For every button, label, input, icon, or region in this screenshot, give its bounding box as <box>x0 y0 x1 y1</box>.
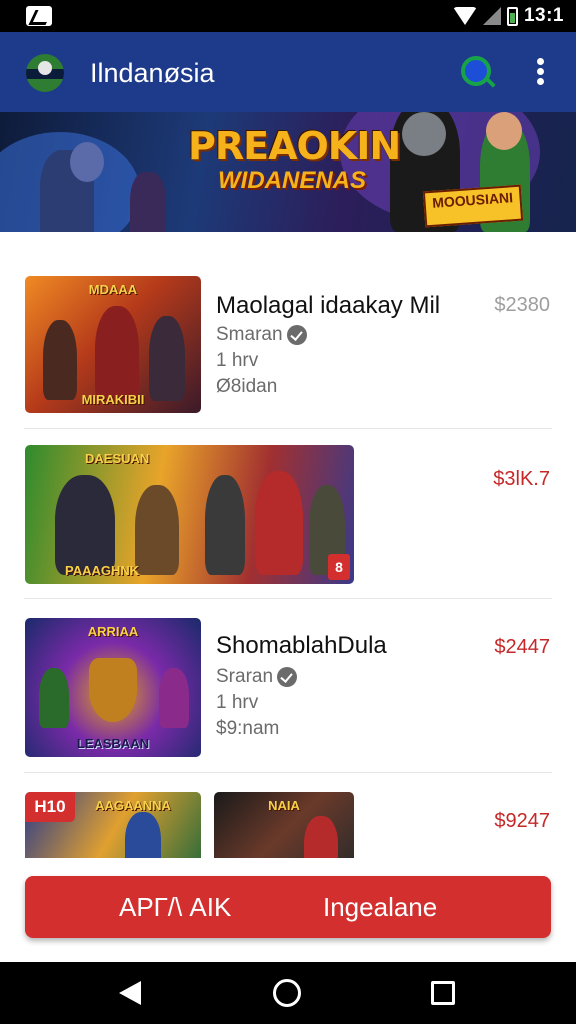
search-icon[interactable] <box>461 56 491 86</box>
cta-right-label: Ingealane <box>323 892 438 922</box>
item-location: $9:nam <box>216 718 280 739</box>
item-time: 1 hrv <box>216 692 259 713</box>
cta-left-label: APГ/\ AIK <box>119 892 232 922</box>
signal-icon <box>482 7 501 25</box>
hero-banner[interactable]: PREAOKIN WIDANENAS MOOUSIANI <box>0 112 576 232</box>
recents-icon[interactable] <box>431 981 455 1005</box>
thumbnail-caption-bottom: MIRAKIBII <box>81 392 145 407</box>
item-price: $2380 <box>494 294 550 316</box>
status-time: 13:1 <box>523 5 564 26</box>
divider <box>24 598 552 599</box>
item-price: $9247 <box>494 810 550 832</box>
item-price: $2447 <box>494 636 550 658</box>
hero-subtitle: WIDANENAS <box>218 167 366 194</box>
thumbnail-caption-top: NAIA <box>268 798 300 813</box>
app-bar: Ilndanøsia <box>0 32 576 112</box>
status-icons: 13:1 <box>452 5 564 27</box>
item-time: 1 hrv <box>216 350 259 371</box>
home-icon[interactable] <box>273 979 301 1007</box>
item-price: $3lK.7 <box>493 468 550 490</box>
verified-icon <box>277 666 298 687</box>
hero-title: PREAOKIN <box>188 124 401 168</box>
hot-badge: H10 <box>25 792 75 822</box>
item-thumbnail[interactable]: AAGAANNA H10 <box>25 792 201 862</box>
item-title[interactable]: ShomablahDula <box>216 632 387 660</box>
notification-icon <box>26 6 52 26</box>
item-badge: 8 <box>328 554 350 580</box>
listing-list: MDAAA MIRAKIBII Maolagal idaakay Mil Sma… <box>0 232 576 862</box>
app-logo-icon[interactable] <box>26 54 64 92</box>
item-thumbnail[interactable]: ARRIAA LEASBAAN <box>25 618 201 757</box>
primary-action-button[interactable]: APГ/\ AIK Ingealane <box>25 876 551 938</box>
thumbnail-caption-bottom: LEASBAAN <box>76 736 150 751</box>
item-thumbnail[interactable]: NAIA <box>214 792 354 862</box>
verified-icon <box>286 324 307 345</box>
item-location: Ø8idan <box>216 376 278 397</box>
system-nav-bar <box>0 962 576 1024</box>
more-vert-icon[interactable] <box>534 58 546 88</box>
battery-icon <box>506 6 518 26</box>
thumbnail-caption-top: ARRIAA <box>87 624 139 639</box>
status-bar: 13:1 <box>0 0 576 32</box>
item-thumbnail[interactable]: DAESUAN PAAAGHNK 8 <box>25 445 354 584</box>
thumbnail-caption-bottom: PAAAGHNK <box>65 563 140 578</box>
hero-badge: MOOUSIANI <box>422 184 524 228</box>
thumbnail-caption-top: DAESUAN <box>85 451 150 466</box>
app-title: Ilndanøsia <box>90 58 215 88</box>
wifi-icon <box>452 7 477 25</box>
item-title[interactable]: Maolagal idaakay Mil <box>216 292 440 320</box>
item-thumbnail[interactable]: MDAAA MIRAKIBII <box>25 276 201 413</box>
back-icon[interactable] <box>119 981 141 1005</box>
divider <box>24 428 552 429</box>
divider <box>24 772 552 773</box>
bottom-action-area: APГ/\ AIK Ingealane <box>0 858 576 962</box>
thumbnail-caption-top: MDAAA <box>88 282 138 297</box>
item-seller: Sraran <box>216 666 298 688</box>
item-seller: Smaran <box>216 324 307 346</box>
